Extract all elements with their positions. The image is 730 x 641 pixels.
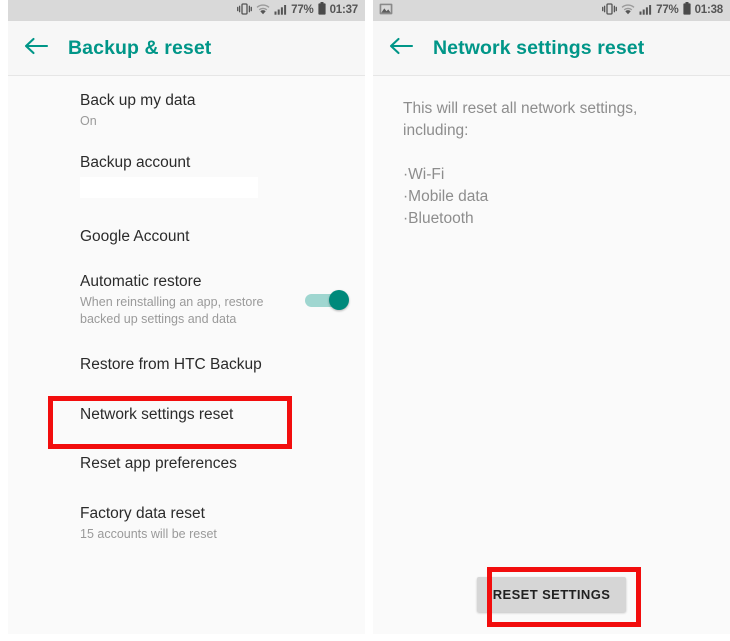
back-arrow-icon	[389, 36, 414, 61]
screenshot-stage: 77% 01:37 Backup & reset Back up my data…	[0, 0, 730, 641]
page-title: Backup & reset	[68, 36, 212, 59]
toggle-thumb	[329, 289, 349, 310]
status-bar-left: 77% 01:37	[8, 0, 365, 21]
list-item-texts: Google Account	[80, 226, 341, 247]
description-wrap: This will reset all network settings, in…	[373, 76, 730, 230]
clock-label: 01:38	[694, 4, 724, 16]
status-bar-notifications	[379, 2, 393, 20]
bullet-bluetooth: ·Bluetooth	[403, 210, 474, 227]
clock-label: 01:37	[329, 4, 359, 16]
list-item-texts: Back up my data On	[80, 90, 341, 130]
signal-icon	[274, 2, 287, 20]
list-item-title: Automatic restore	[80, 273, 202, 290]
list-item-back-up-my-data[interactable]: Back up my data On	[8, 76, 365, 138]
list-item-texts: Network settings reset	[80, 404, 341, 425]
bullet-wifi: ·Wi-Fi	[403, 166, 445, 183]
list-item-title: Google Account	[80, 228, 190, 245]
list-item-title: Back up my data	[80, 92, 196, 109]
image-notification-icon	[379, 2, 393, 20]
list-item-subtitle: On	[80, 114, 97, 128]
list-item-google-account[interactable]: Google Account	[8, 208, 365, 257]
back-button[interactable]	[8, 21, 64, 76]
list-item-subtitle: 15 accounts will be reset	[80, 527, 217, 541]
list-item-title: Reset app preferences	[80, 454, 237, 472]
list-item-texts: Reset app preferences	[80, 453, 341, 474]
list-item-backup-account[interactable]: Backup account	[8, 138, 365, 208]
list-item-network-settings-reset[interactable]: Network settings reset	[8, 386, 365, 439]
reset-button-area: RESET SETTINGS	[373, 577, 730, 612]
list-item-texts: Restore from HTC Backup	[80, 354, 341, 375]
list-item-texts: Factory data reset 15 accounts will be r…	[80, 503, 341, 543]
network-reset-body: This will reset all network settings, in…	[373, 76, 730, 633]
list-item-restore-from-htc-backup[interactable]: Restore from HTC Backup	[8, 338, 365, 386]
battery-percent-label: 77%	[291, 4, 314, 16]
back-arrow-icon	[24, 36, 49, 61]
app-bar-right: Network settings reset	[373, 21, 730, 76]
wifi-icon	[621, 2, 635, 20]
list-item-automatic-restore[interactable]: Automatic restore When reinstalling an a…	[8, 257, 365, 338]
settings-list: Back up my data On Backup account Google…	[8, 76, 365, 633]
battery-icon	[317, 1, 326, 20]
list-item-title: Network settings reset	[80, 406, 234, 423]
list-item-factory-data-reset[interactable]: Factory data reset 15 accounts will be r…	[8, 487, 365, 553]
wifi-icon	[256, 2, 270, 20]
list-item-texts: Automatic restore When reinstalling an a…	[80, 271, 297, 328]
list-item-reset-app-preferences[interactable]: Reset app preferences	[8, 439, 365, 487]
battery-percent-label: 77%	[656, 4, 679, 16]
reset-description: This will reset all network settings, in…	[403, 100, 638, 139]
app-bar-left: Backup & reset	[8, 21, 365, 76]
vibrate-icon	[602, 2, 618, 20]
status-bar-right-icons: 77% 01:38	[602, 0, 723, 21]
list-item-texts: Backup account	[80, 152, 341, 198]
automatic-restore-toggle[interactable]	[305, 289, 349, 310]
list-item-title: Restore from HTC Backup	[80, 355, 262, 373]
list-item-subtitle: When reinstalling an app, restore backed…	[80, 295, 264, 326]
redacted-account-value	[80, 177, 258, 198]
list-item-title: Factory data reset	[80, 505, 205, 522]
page-title: Network settings reset	[433, 36, 645, 59]
list-item-title: Backup account	[80, 154, 191, 171]
back-button[interactable]	[373, 21, 429, 76]
phone-panel-network-settings-reset: 77% 01:38 Network settings reset This wi…	[373, 0, 730, 634]
reset-settings-button[interactable]: RESET SETTINGS	[476, 577, 627, 612]
phone-panel-backup-reset: 77% 01:37 Backup & reset Back up my data…	[8, 0, 365, 634]
vibrate-icon	[237, 2, 253, 20]
status-bar-right: 77% 01:38	[373, 0, 730, 21]
bullet-mobile-data: ·Mobile data	[403, 188, 489, 205]
reset-bullet-list: ·Wi-Fi ·Mobile data ·Bluetooth	[403, 164, 702, 230]
status-bar-right-icons: 77% 01:37	[237, 0, 358, 21]
battery-icon	[682, 1, 691, 20]
signal-icon	[639, 2, 652, 20]
